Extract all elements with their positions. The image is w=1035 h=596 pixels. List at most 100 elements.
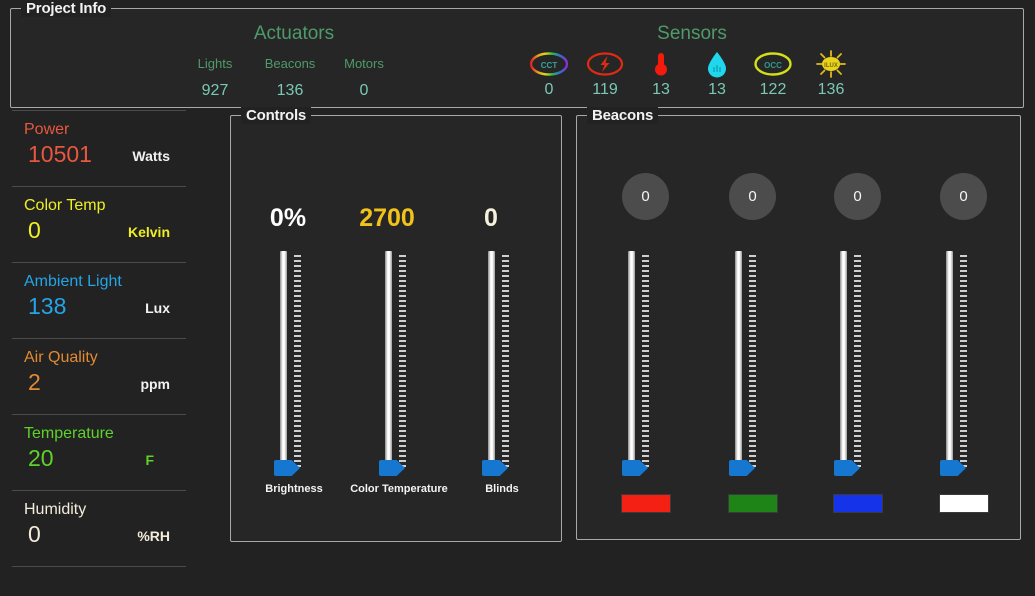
stat-unit-power: Watts [132,148,170,164]
controls-title: Controls [241,107,311,124]
sensor-cct: CCT 0 [521,49,577,99]
stat-air-quality: Air Quality 2 ppm [0,338,196,412]
readout-color-temperature: 2700 [342,204,432,233]
stat-value-humidity: 0 [28,521,41,548]
stat-power: Power 10501 Watts [0,110,196,184]
beacon-slider-3[interactable] [831,251,877,476]
stat-unit-air-quality: ppm [140,376,170,392]
project-info-panel: Project Info Actuators Lights Beacons Mo… [10,8,1024,108]
stat-footer-divider [0,566,196,586]
stats-column: Power 10501 Watts Color Temp 0 Kelvin Am… [0,110,196,596]
sensor-value-power: 119 [577,81,633,99]
sensor-humidity: 13 [689,49,745,99]
slider-ticks [294,255,301,469]
occupancy-icon: OCC [745,49,801,79]
sensor-value-humidity: 13 [689,81,745,99]
beacon-swatch-2[interactable] [728,494,778,513]
slider-ticks [854,255,861,469]
stat-temperature: Temperature 20 F [0,414,196,488]
slider-track[interactable] [628,251,635,469]
actuator-label-motors: Motors [328,56,400,71]
sensor-value-occupancy: 122 [745,81,801,99]
stat-unit-humidity: %RH [137,528,170,544]
project-info-title: Project Info [21,0,111,17]
beacon-swatch-4[interactable] [939,494,989,513]
stat-ambient-light: Ambient Light 138 Lux [0,262,196,336]
stat-label-air-quality: Air Quality [24,349,98,367]
sensor-value-cct: 0 [521,81,577,99]
slider-ticks [399,255,406,469]
stat-color-temp: Color Temp 0 Kelvin [0,186,196,260]
stat-humidity: Humidity 0 %RH [0,490,196,564]
sensor-temperature: 13 [633,49,689,99]
stat-label-color-temp: Color Temp [24,197,106,215]
beacon-swatch-3[interactable] [833,494,883,513]
stat-value-air-quality: 2 [28,369,41,396]
stat-value-ambient-light: 138 [28,293,66,320]
lux-sun-icon: ILUX [803,49,859,79]
slider-track[interactable] [488,251,495,469]
readout-brightness: 0% [243,204,333,233]
sensor-lux: ILUX 136 [803,49,859,99]
sensor-value-lux: 136 [803,81,859,99]
slider-track[interactable] [735,251,742,469]
stat-label-power: Power [24,121,69,139]
stat-label-temperature: Temperature [24,425,114,443]
slider-label-blinds: Blinds [432,483,572,495]
slider-color-temperature[interactable]: Color Temperature [376,251,422,476]
beacon-button-3[interactable]: 0 [834,173,881,220]
slider-track[interactable] [840,251,847,469]
beacon-slider-2[interactable] [726,251,772,476]
slider-brightness[interactable]: Brightness [271,251,317,476]
actuator-value-lights: 927 [179,82,251,100]
stat-unit-temperature: F [145,452,154,468]
beacons-panel: Beacons 0 0 0 0 [576,115,1021,540]
slider-track[interactable] [385,251,392,469]
beacon-button-1[interactable]: 0 [622,173,669,220]
slider-track[interactable] [946,251,953,469]
slider-blinds[interactable]: Blinds [479,251,525,476]
stat-value-color-temp: 0 [28,217,41,244]
cct-icon: CCT [521,49,577,79]
actuator-value-motors: 0 [328,82,400,100]
divider [12,262,186,263]
svg-text:CCT: CCT [541,61,558,70]
svg-text:ILUX: ILUX [824,63,838,69]
actuators-heading: Actuators [239,23,349,45]
beacons-title: Beacons [587,107,658,124]
stat-unit-ambient-light: Lux [145,300,170,316]
actuator-value-beacons: 136 [254,82,326,100]
beacon-button-4[interactable]: 0 [940,173,987,220]
beacon-slider-4[interactable] [937,251,983,476]
sensors-heading: Sensors [637,23,747,45]
divider [12,414,186,415]
power-bolt-icon [577,49,633,79]
stat-label-ambient-light: Ambient Light [24,273,122,291]
readout-blinds: 0 [446,204,536,233]
controls-panel: Controls 0% 2700 0 Brightness Color Temp… [230,115,562,542]
divider [12,110,186,111]
divider [12,566,186,567]
stat-value-temperature: 20 [28,445,54,472]
beacon-button-2[interactable]: 0 [729,173,776,220]
slider-ticks [960,255,967,469]
thermometer-icon [633,49,689,79]
actuator-label-beacons: Beacons [254,56,326,71]
divider [12,338,186,339]
sensor-value-temperature: 13 [633,81,689,99]
divider [12,490,186,491]
divider [12,186,186,187]
sensor-power: 119 [577,49,633,99]
stat-unit-color-temp: Kelvin [128,224,170,240]
sensor-occupancy: OCC 122 [745,49,801,99]
beacon-swatch-1[interactable] [621,494,671,513]
svg-text:OCC: OCC [764,61,782,70]
beacon-slider-1[interactable] [619,251,665,476]
slider-ticks [642,255,649,469]
actuator-label-lights: Lights [179,56,251,71]
stat-value-power: 10501 [28,141,92,168]
slider-ticks [502,255,509,469]
slider-ticks [749,255,756,469]
slider-track[interactable] [280,251,287,469]
stat-label-humidity: Humidity [24,501,86,519]
